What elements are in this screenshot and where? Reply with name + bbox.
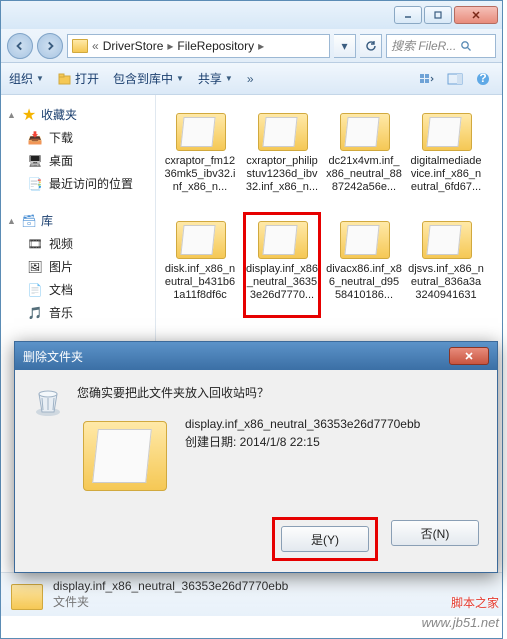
folder-icon xyxy=(72,39,88,53)
music-icon: 🎵 xyxy=(27,305,43,321)
yes-button[interactable]: 是(Y) xyxy=(281,526,369,552)
no-button[interactable]: 否(N) xyxy=(391,520,479,546)
delete-confirmation-dialog: 删除文件夹 您确实要把此文件夹放入回收站吗？ display.inf_x86_n… xyxy=(14,341,498,573)
share-menu[interactable]: 共享▼ xyxy=(198,70,233,87)
back-button[interactable] xyxy=(7,33,33,59)
video-icon: 🎞 xyxy=(27,236,43,252)
address-bar[interactable]: « DriverStore ▸ FileRepository ▸ xyxy=(67,34,330,58)
close-button[interactable] xyxy=(454,6,498,24)
folder-icon xyxy=(254,215,310,259)
status-filename: display.inf_x86_neutral_36353e26d7770ebb xyxy=(53,579,288,593)
breadcrumb-seg[interactable]: DriverStore xyxy=(103,39,164,53)
document-icon: 📄 xyxy=(27,282,43,298)
library-icon: 🗃 xyxy=(21,213,37,229)
refresh-button[interactable] xyxy=(360,34,382,58)
svg-text:?: ? xyxy=(479,72,486,85)
search-placeholder: 搜索 FileR... xyxy=(391,37,456,54)
recent-icon: 📑 xyxy=(27,176,43,192)
folder-icon xyxy=(77,411,171,495)
breadcrumb-sep: ▸ xyxy=(258,39,264,53)
folder-item-selected[interactable]: display.inf_x86_neutral_36353e26d7770... xyxy=(244,213,320,317)
folder-item[interactable]: divacx86.inf_x86_neutral_d9558410186... xyxy=(326,213,402,317)
search-input[interactable]: 搜索 FileR... xyxy=(386,34,496,58)
dialog-created-value: 2014/1/8 22:15 xyxy=(240,435,320,449)
download-icon: 📥 xyxy=(27,130,43,146)
maximize-button[interactable] xyxy=(424,6,452,24)
watermark-url: www.jb51.net xyxy=(422,613,499,633)
status-type: 文件夹 xyxy=(53,593,288,610)
sidebar-item-music[interactable]: 🎵音乐 xyxy=(5,301,151,324)
sidebar-item-downloads[interactable]: 📥下载 xyxy=(5,126,151,149)
sidebar-item-recent[interactable]: 📑最近访问的位置 xyxy=(5,172,151,195)
toolbar-overflow[interactable]: » xyxy=(247,72,254,86)
folder-icon xyxy=(336,107,392,151)
watermark: 脚本之家 www.jb51.net xyxy=(422,593,499,633)
desktop-icon: 🖥 xyxy=(27,153,43,169)
navigation-bar: « DriverStore ▸ FileRepository ▸ ▾ 搜索 Fi… xyxy=(1,29,502,63)
folder-icon xyxy=(418,107,474,151)
breadcrumb-seg[interactable]: FileRepository xyxy=(177,39,254,53)
folder-item[interactable]: cxraptor_fm1236mk5_ibv32.inf_x86_n... xyxy=(162,105,238,209)
forward-button[interactable] xyxy=(37,33,63,59)
organize-menu[interactable]: 组织▼ xyxy=(9,70,44,87)
help-button[interactable]: ? xyxy=(472,69,494,89)
command-bar: 组织▼ 打开 包含到库中▼ 共享▼ » ? xyxy=(1,63,502,95)
yes-button-highlight: 是(Y) xyxy=(275,520,375,558)
libraries-group[interactable]: ▲🗃库 xyxy=(5,209,151,232)
folder-item[interactable]: disk.inf_x86_neutral_b431b61a11f8df6c xyxy=(162,213,238,317)
address-dropdown[interactable]: ▾ xyxy=(334,34,356,58)
no-button-wrap: 否(N) xyxy=(391,520,479,558)
folder-item[interactable]: djsvs.inf_x86_neutral_836a3a3240941631 xyxy=(408,213,484,317)
picture-icon: 🖼 xyxy=(27,259,43,275)
folder-icon xyxy=(9,580,43,610)
dialog-title: 删除文件夹 xyxy=(23,348,83,365)
view-options-button[interactable] xyxy=(416,69,438,89)
dialog-close-button[interactable] xyxy=(449,347,489,365)
dialog-question: 您确实要把此文件夹放入回收站吗？ xyxy=(77,384,481,401)
breadcrumb-sep: ▸ xyxy=(167,39,173,53)
sidebar-item-desktop[interactable]: 🖥桌面 xyxy=(5,149,151,172)
folder-icon xyxy=(418,215,474,259)
folder-item[interactable]: digitalmediadevice.inf_x86_neutral_6fd67… xyxy=(408,105,484,209)
search-icon xyxy=(460,40,472,52)
folder-icon xyxy=(254,107,310,151)
dialog-titlebar: 删除文件夹 xyxy=(15,342,497,370)
favorites-group[interactable]: ▲★收藏夹 xyxy=(5,103,151,126)
open-icon xyxy=(58,72,72,86)
breadcrumb-sep: « xyxy=(92,39,99,53)
sidebar-item-videos[interactable]: 🎞视频 xyxy=(5,232,151,255)
preview-pane-button[interactable] xyxy=(444,69,466,89)
window-titlebar xyxy=(1,1,502,29)
folder-item[interactable]: dc21x4vm.inf_x86_neutral_8887242a56e... xyxy=(326,105,402,209)
include-library-menu[interactable]: 包含到库中▼ xyxy=(113,70,184,87)
sidebar-item-documents[interactable]: 📄文档 xyxy=(5,278,151,301)
sidebar-item-pictures[interactable]: 🖼图片 xyxy=(5,255,151,278)
open-button[interactable]: 打开 xyxy=(58,70,99,87)
minimize-button[interactable] xyxy=(394,6,422,24)
star-icon: ★ xyxy=(21,107,37,123)
watermark-brand: 脚本之家 xyxy=(422,593,499,613)
folder-icon xyxy=(336,215,392,259)
folder-item[interactable]: cxraptor_philipstuv1236d_ibv32.inf_x86_n… xyxy=(244,105,320,209)
folder-icon xyxy=(172,107,228,151)
folder-icon xyxy=(172,215,228,259)
recycle-bin-icon xyxy=(31,384,65,418)
dialog-filename: display.inf_x86_neutral_36353e26d7770ebb xyxy=(185,415,420,433)
dialog-created-label: 创建日期: xyxy=(185,435,240,449)
